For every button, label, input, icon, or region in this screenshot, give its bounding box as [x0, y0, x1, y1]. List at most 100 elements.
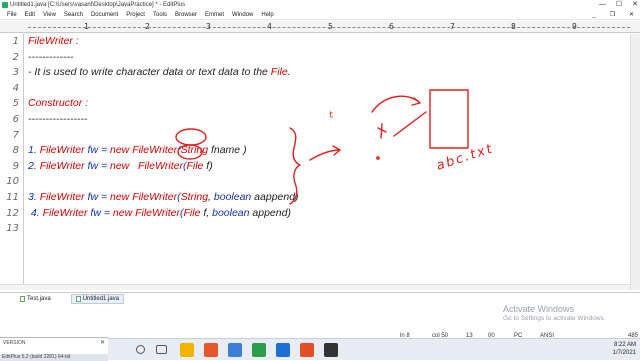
system-tray-clock[interactable]: 8:22 AM 1/7/2021	[613, 341, 636, 357]
file-explorer-icon[interactable]	[180, 343, 194, 357]
menu-document[interactable]: Document	[87, 10, 122, 19]
code-token: File	[183, 206, 201, 219]
activate-windows-watermark: Activate Windows Go to Settings to activ…	[503, 304, 606, 322]
editplus-window: Untitled1.java [C:\Users\vasant\Desktop\…	[0, 0, 640, 361]
code-token: new	[112, 206, 133, 219]
ruler-number: 2	[145, 22, 150, 31]
code-token: fw =	[84, 159, 110, 172]
task-view-icon[interactable]	[156, 345, 167, 354]
mdi-close-icon[interactable]: ✕	[625, 10, 638, 20]
ruler-number: 4	[267, 22, 272, 31]
panel-close-icon[interactable]: ✕	[100, 339, 105, 346]
output-version-label: VERSION	[3, 340, 26, 346]
code-line[interactable]: 3. FileWriter fw = new FileWriter(String…	[28, 191, 299, 203]
vertical-scrollbar[interactable]	[630, 34, 640, 290]
file-icon	[75, 295, 81, 302]
code-line[interactable]: Constructor :	[28, 97, 88, 109]
line-number: 3	[12, 67, 19, 79]
menu-help[interactable]: Help	[257, 10, 277, 19]
code-token: aappend)	[251, 191, 299, 203]
line-number: 9	[12, 160, 19, 172]
tray-time: 8:22 AM	[613, 342, 636, 348]
code-token: f)	[203, 159, 213, 172]
line-number: 5	[12, 98, 19, 110]
code-line[interactable]: FileWriter :	[28, 35, 79, 47]
line-number: 12	[6, 207, 19, 219]
code-token: FileWriter :	[28, 35, 79, 47]
search-icon[interactable]	[136, 345, 145, 354]
menu-search[interactable]: Search	[60, 10, 87, 19]
ruler-number: 9	[572, 22, 577, 31]
code-line[interactable]: -----------------	[28, 113, 87, 125]
line-number: 7	[12, 129, 19, 141]
menu-browser[interactable]: Browser	[171, 10, 201, 19]
menu-window[interactable]: Window	[228, 10, 257, 19]
code-editor[interactable]: 1 2 3 4 5 6 7 8 9 10 11 12 13 FileWriter : ----------…	[0, 34, 630, 286]
minimize-icon[interactable]: —	[599, 0, 606, 10]
ruler-number: 3	[206, 22, 211, 31]
app-icon-dark[interactable]	[324, 343, 338, 357]
line-number: 6	[12, 114, 19, 125]
app-icon	[2, 2, 8, 8]
mail-icon[interactable]	[228, 343, 242, 357]
code-token: String	[180, 144, 209, 157]
code-token: 1.	[28, 144, 40, 157]
editplus-taskbar-icon[interactable]	[252, 343, 266, 357]
code-token: FileWriter	[39, 191, 85, 203]
close-icon[interactable]: ✕	[632, 0, 638, 10]
menu-view[interactable]: View	[39, 10, 60, 19]
menu-file[interactable]: File	[3, 10, 21, 19]
code-token: String	[180, 191, 209, 203]
window-controls: — ☐ ✕	[599, 0, 638, 10]
menu-project[interactable]: Project	[122, 10, 149, 19]
menu-tools[interactable]: Tools	[149, 10, 171, 19]
code-line[interactable]: -------------	[28, 51, 73, 63]
ruler-number: 1	[84, 22, 89, 31]
windows-taskbar: 8:22 AM 1/7/2021	[108, 338, 640, 360]
code-line[interactable]: - It is used to write character data or …	[28, 66, 291, 78]
edge-icon[interactable]	[276, 343, 290, 357]
code-token: 3.	[28, 191, 40, 203]
line-number: 11	[6, 192, 19, 203]
document-tab[interactable]: Test.java	[20, 295, 51, 302]
line-number: 1	[12, 36, 19, 47]
code-line[interactable]: 2. FileWriter fw = new FileWriter(File f…	[28, 160, 213, 172]
office-icon[interactable]	[204, 343, 218, 357]
activate-subtitle: Go to Settings to activate Windows.	[503, 315, 606, 322]
line-number: 13	[6, 223, 19, 235]
menu-emmet[interactable]: Emmet	[201, 10, 228, 19]
menu-edit[interactable]: Edit	[21, 10, 39, 19]
code-token: -----------------	[28, 113, 88, 125]
code-line[interactable]: 1. FileWriter fw = new FileWriter(String…	[28, 144, 247, 156]
code-token: boolean	[213, 191, 252, 203]
document-tab[interactable]: Untitled1.java	[70, 293, 125, 304]
file-icon	[20, 295, 25, 302]
output-panel: VERSION ✕ EditPlus 5.2 (build 2281) 64-b…	[0, 337, 108, 361]
mdi-restore-icon[interactable]: ❐	[606, 10, 619, 20]
code-token: boolean	[212, 206, 250, 219]
maximize-icon[interactable]: ☐	[616, 0, 622, 10]
code-line[interactable]: 4. FileWriter fw = new FileWriter(File f…	[28, 207, 291, 219]
mdi-minimize-icon[interactable]: _	[588, 10, 599, 20]
code-token: 2.	[28, 159, 40, 172]
code-token: f,	[200, 206, 213, 219]
tray-date: 1/7/2021	[612, 350, 636, 356]
horizontal-scrollbar[interactable]	[0, 284, 630, 290]
column-ruler: 1 2 3 4 5 6 7 8 9	[0, 21, 640, 33]
menu-bar: File Edit View Search Document Project Tools Br…	[0, 10, 640, 20]
code-token: append)	[249, 206, 291, 219]
tab-label: Untitled1.java	[82, 295, 120, 302]
app-icon-red[interactable]	[300, 343, 314, 357]
code-token: fname )	[208, 144, 247, 157]
code-token: Constructor :	[28, 97, 89, 110]
line-number-gutter: 1 2 3 4 5 6 7 8 9 10 11 12 13	[0, 34, 24, 286]
code-token: .	[287, 66, 291, 79]
code-token: -------------	[28, 50, 74, 63]
code-token: FileWriter	[39, 144, 85, 157]
code-token: FileWriter	[42, 206, 88, 219]
line-number: 4	[12, 82, 19, 94]
line-number: 10	[6, 176, 19, 188]
ruler-number: 6	[389, 22, 394, 31]
window-title: Untitled1.java [C:\Users\vasant\Desktop\…	[10, 2, 186, 8]
